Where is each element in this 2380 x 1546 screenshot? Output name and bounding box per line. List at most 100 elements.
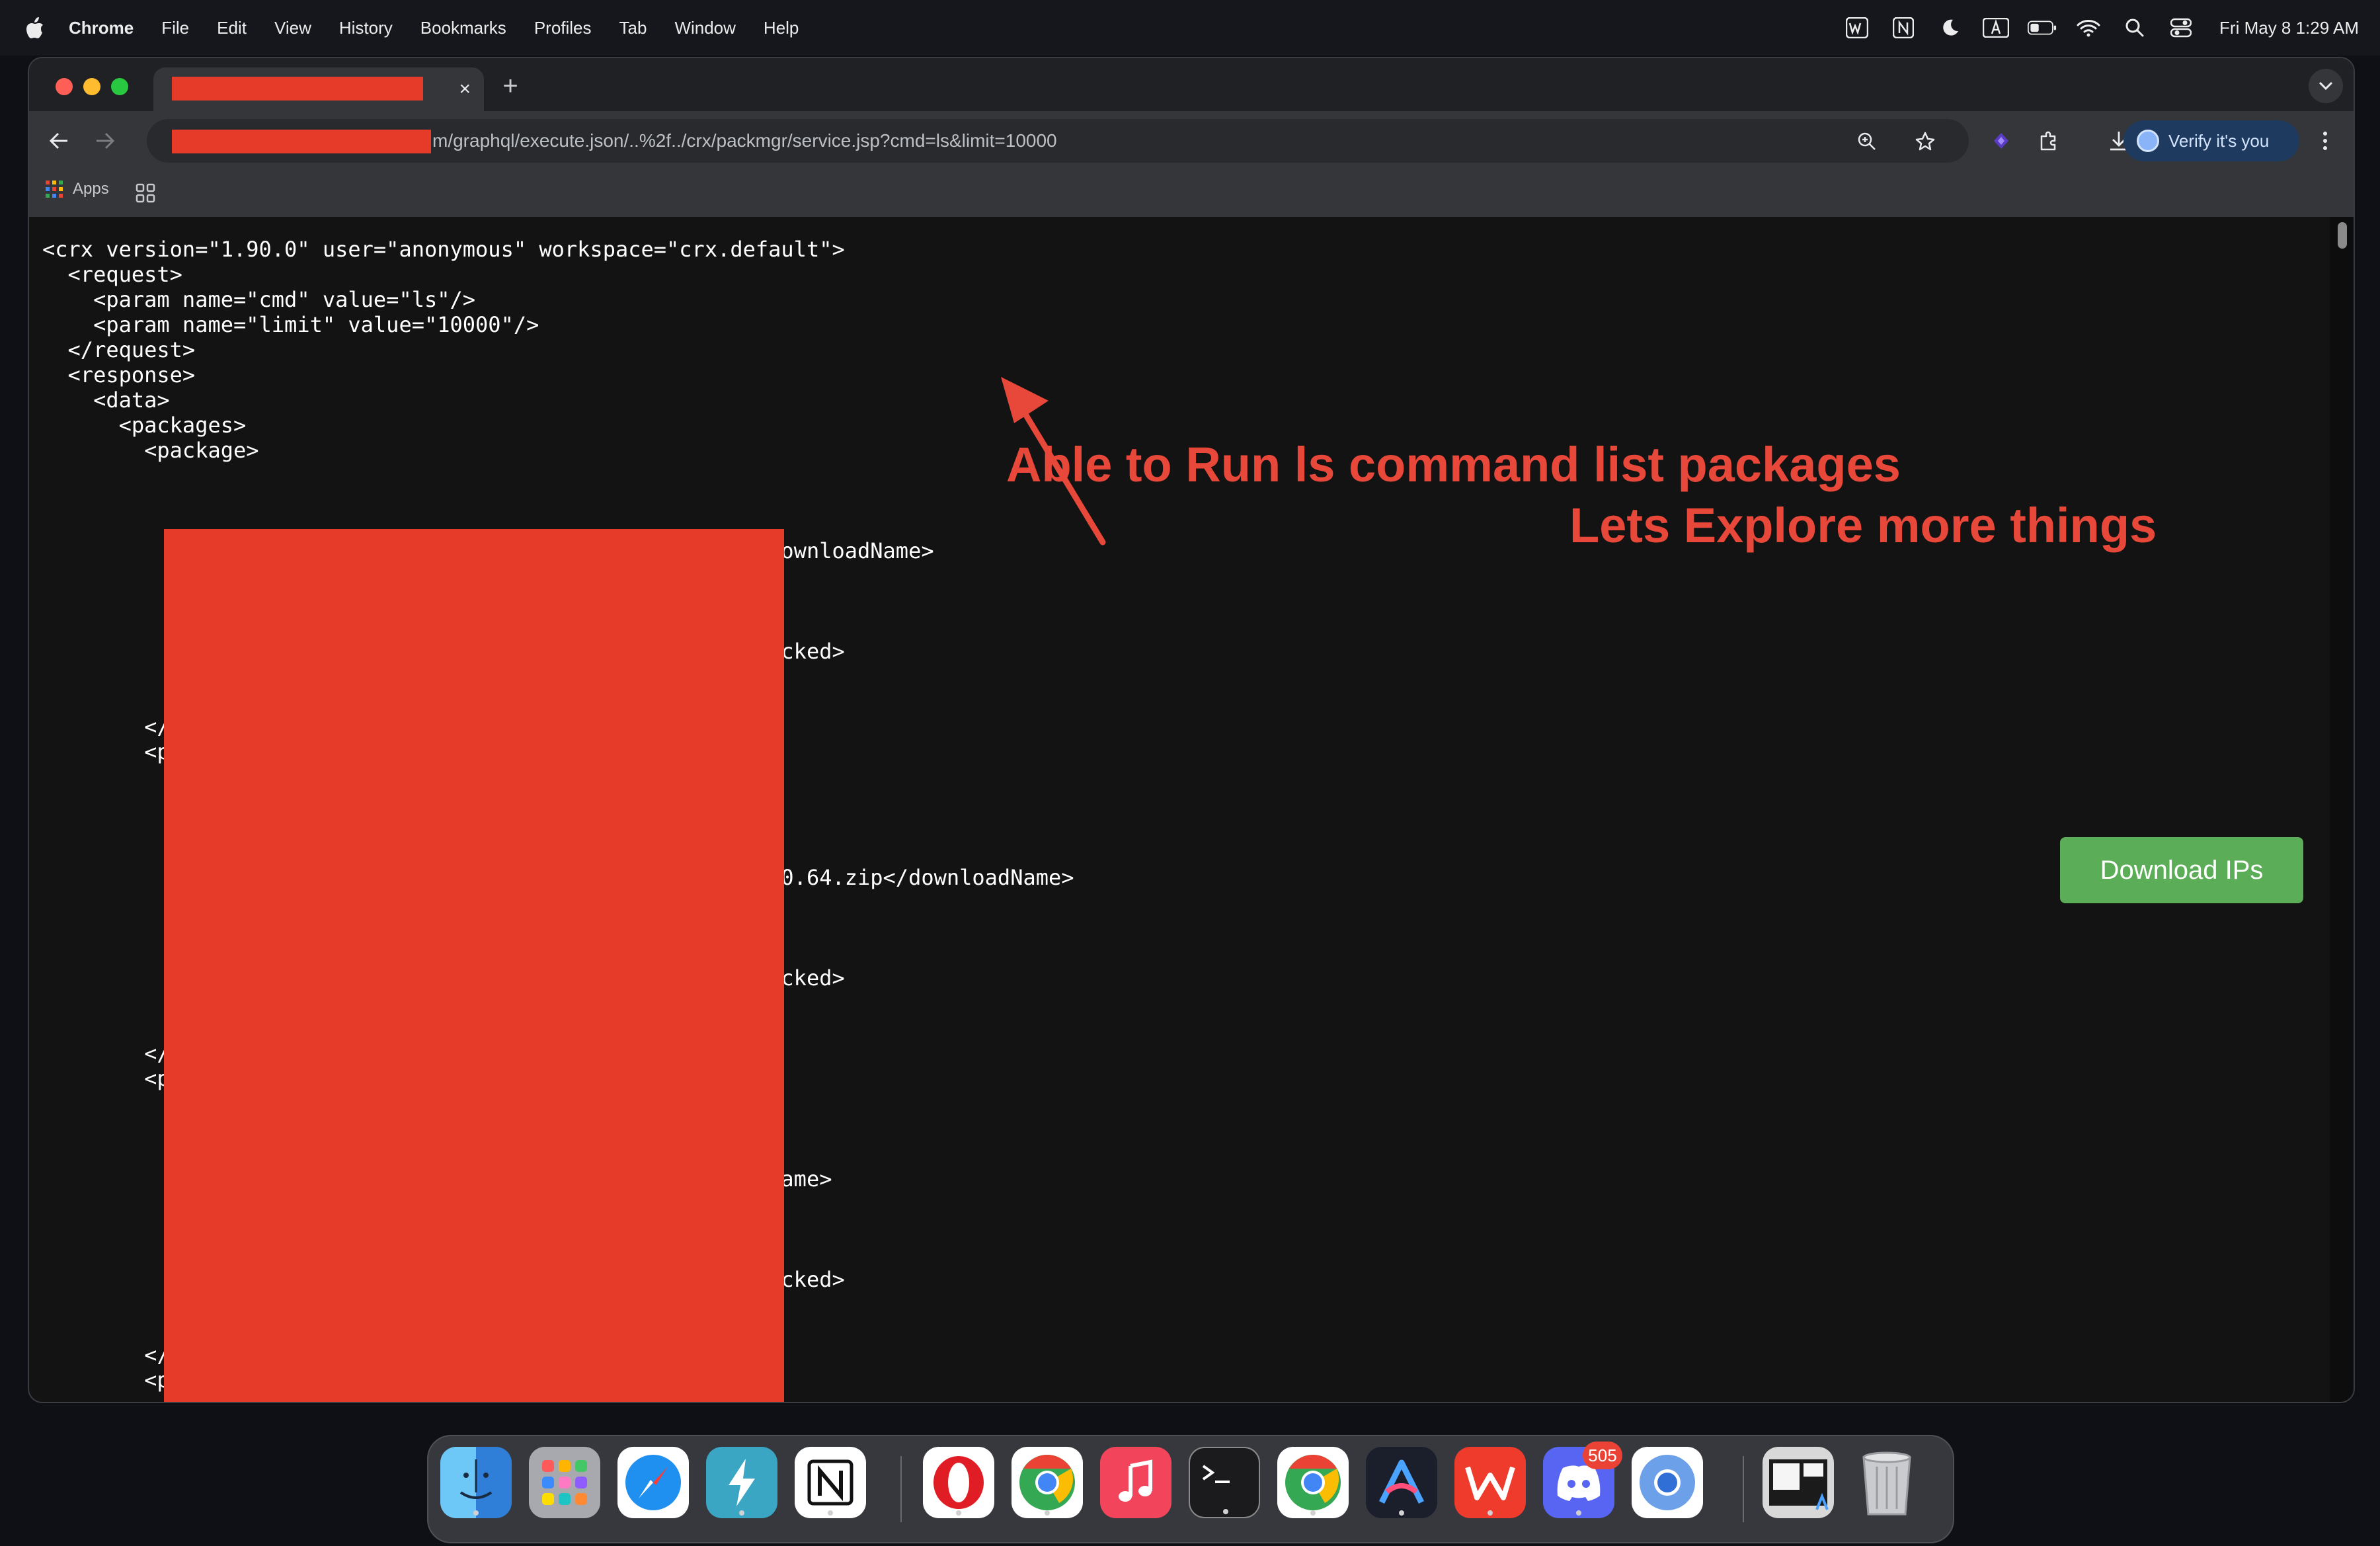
puzzle-icon[interactable]	[2035, 127, 2063, 155]
xml-line: <response>	[42, 362, 196, 387]
wifi-icon[interactable]	[2074, 15, 2103, 41]
extension-icon[interactable]	[1987, 127, 2015, 155]
dock-music[interactable]	[1100, 1447, 1171, 1518]
verify-label: Verify it's you	[2168, 130, 2270, 151]
xml-line: <packages>	[42, 413, 247, 438]
menu-file[interactable]: File	[161, 18, 189, 38]
tab-close-icon[interactable]: ×	[459, 78, 471, 101]
arrow-right-icon	[97, 132, 115, 149]
dock-safari[interactable]	[617, 1447, 689, 1518]
moon-icon[interactable]	[1935, 15, 1964, 41]
profile-avatar	[2137, 130, 2159, 152]
dock-reeder[interactable]	[706, 1447, 777, 1518]
launchpad-icon	[542, 1460, 587, 1505]
music-note-icon	[1119, 1459, 1152, 1502]
arrow-left-icon	[49, 132, 67, 149]
spotlight-icon[interactable]	[2120, 15, 2149, 41]
more-menu-icon[interactable]	[2311, 127, 2339, 155]
bookmark-apps[interactable]: Apps	[45, 180, 109, 198]
menu-history[interactable]: History	[339, 18, 393, 38]
vertical-scrollbar[interactable]	[2330, 217, 2354, 1402]
dock-chrome[interactable]	[1012, 1447, 1083, 1518]
toolbar: m/graphql/execute.json/..%2f../crx/packm…	[29, 111, 2354, 171]
menu-view[interactable]: View	[274, 18, 311, 38]
xml-line: <param name="cmd" value="ls"/>	[42, 287, 476, 312]
dock-chromium[interactable]	[1632, 1447, 1703, 1518]
tab-strip: × +	[29, 58, 2354, 111]
dock-trash[interactable]	[1851, 1447, 1923, 1518]
opera-icon	[933, 1456, 984, 1509]
dock: 505	[427, 1435, 1954, 1543]
dock-terminal[interactable]	[1189, 1447, 1260, 1518]
annotation-line-2: Lets Explore more things	[1569, 498, 2157, 553]
apple-icon[interactable]	[25, 17, 45, 39]
lightning-icon	[729, 1459, 755, 1506]
window-zoom-button[interactable]	[111, 78, 128, 95]
chevron-down-icon	[2319, 81, 2333, 91]
window-minimize-button[interactable]	[83, 78, 100, 95]
trash-icon	[1862, 1451, 1911, 1516]
apps-label: Apps	[73, 180, 109, 198]
xml-line: <package>	[42, 438, 259, 463]
dock-recent-window[interactable]	[1763, 1447, 1834, 1518]
menu-tab[interactable]: Tab	[619, 18, 647, 38]
tab-search-button[interactable]	[2309, 69, 2343, 103]
battery-icon[interactable]	[2028, 15, 2057, 41]
menu-help[interactable]: Help	[764, 18, 799, 38]
apps-grid-icon	[46, 181, 63, 198]
menu-window[interactable]: Window	[674, 18, 735, 38]
address-bar[interactable]: m/graphql/execute.json/..%2f../crx/packm…	[147, 119, 1969, 163]
input-source-icon[interactable]	[1981, 15, 2010, 41]
menu-bookmarks[interactable]: Bookmarks	[420, 18, 506, 38]
url-host-redacted	[172, 130, 431, 153]
window-thumbnail-icon	[1769, 1459, 1829, 1510]
dock-notion[interactable]	[795, 1447, 866, 1518]
control-center-icon[interactable]	[2166, 15, 2196, 41]
star-icon[interactable]	[1913, 130, 1937, 153]
dock-chrome-2[interactable]	[1277, 1447, 1349, 1518]
arc-icon	[1378, 1459, 1425, 1504]
chrome-icon	[1019, 1455, 1075, 1510]
xml-line: <crx version="1.90.0" user="anonymous" w…	[42, 237, 845, 262]
zoom-icon[interactable]	[1855, 130, 1879, 153]
chrome-icon	[1285, 1455, 1341, 1510]
redaction-block	[164, 529, 784, 1402]
tab-title-redacted	[172, 77, 423, 101]
notion-icon[interactable]	[1889, 15, 1918, 41]
menubar-clock[interactable]: Fri May 8 1:29 AM	[2219, 18, 2359, 38]
chromium-icon	[1640, 1455, 1695, 1510]
notion-app-icon	[807, 1459, 853, 1506]
forward-button[interactable]	[90, 126, 120, 156]
tab-groups-icon[interactable]	[135, 183, 156, 204]
verify-identity-button[interactable]: Verify it's you	[2123, 120, 2299, 161]
download-ips-button[interactable]: Download IPs	[2060, 837, 2303, 903]
terminal-icon	[1202, 1465, 1230, 1483]
menu-app-name[interactable]: Chrome	[69, 18, 134, 38]
back-button[interactable]	[44, 126, 74, 156]
xml-line: <param name="limit" value="10000"/>	[42, 312, 539, 337]
xml-line: <data>	[42, 387, 170, 413]
menu-profiles[interactable]: Profiles	[534, 18, 592, 38]
window-close-button[interactable]	[56, 78, 73, 95]
discord-badge: 505	[1583, 1442, 1622, 1469]
safari-icon	[625, 1455, 681, 1510]
dock-finder[interactable]	[440, 1447, 512, 1518]
dock-arc[interactable]	[1366, 1447, 1437, 1518]
dock-launchpad[interactable]	[529, 1447, 600, 1518]
finder-icon	[459, 1459, 493, 1499]
dock-opera[interactable]	[923, 1447, 994, 1518]
browser-window: × + m/graphql/execute.json/..%2f../crx/p…	[29, 58, 2354, 1402]
menu-bar: Chrome File Edit View History Bookmarks …	[0, 0, 2380, 56]
scrollbar-thumb[interactable]	[2338, 222, 2347, 249]
annotation-line-1: Able to Run ls command list packages	[1006, 437, 1901, 492]
dock-discord[interactable]: 505	[1543, 1442, 1622, 1518]
new-tab-button[interactable]: +	[492, 67, 529, 104]
wps-office-icon	[1465, 1466, 1515, 1500]
active-tab[interactable]: ×	[153, 67, 484, 111]
xml-line	[42, 488, 1074, 513]
dock-wps-office[interactable]	[1454, 1447, 1526, 1518]
page-content: <crx version="1.90.0" user="anonymous" w…	[29, 217, 2330, 1402]
url-text[interactable]: m/graphql/execute.json/..%2f../crx/packm…	[432, 130, 1057, 151]
menu-edit[interactable]: Edit	[217, 18, 247, 38]
wps-icon[interactable]	[1843, 15, 1872, 41]
